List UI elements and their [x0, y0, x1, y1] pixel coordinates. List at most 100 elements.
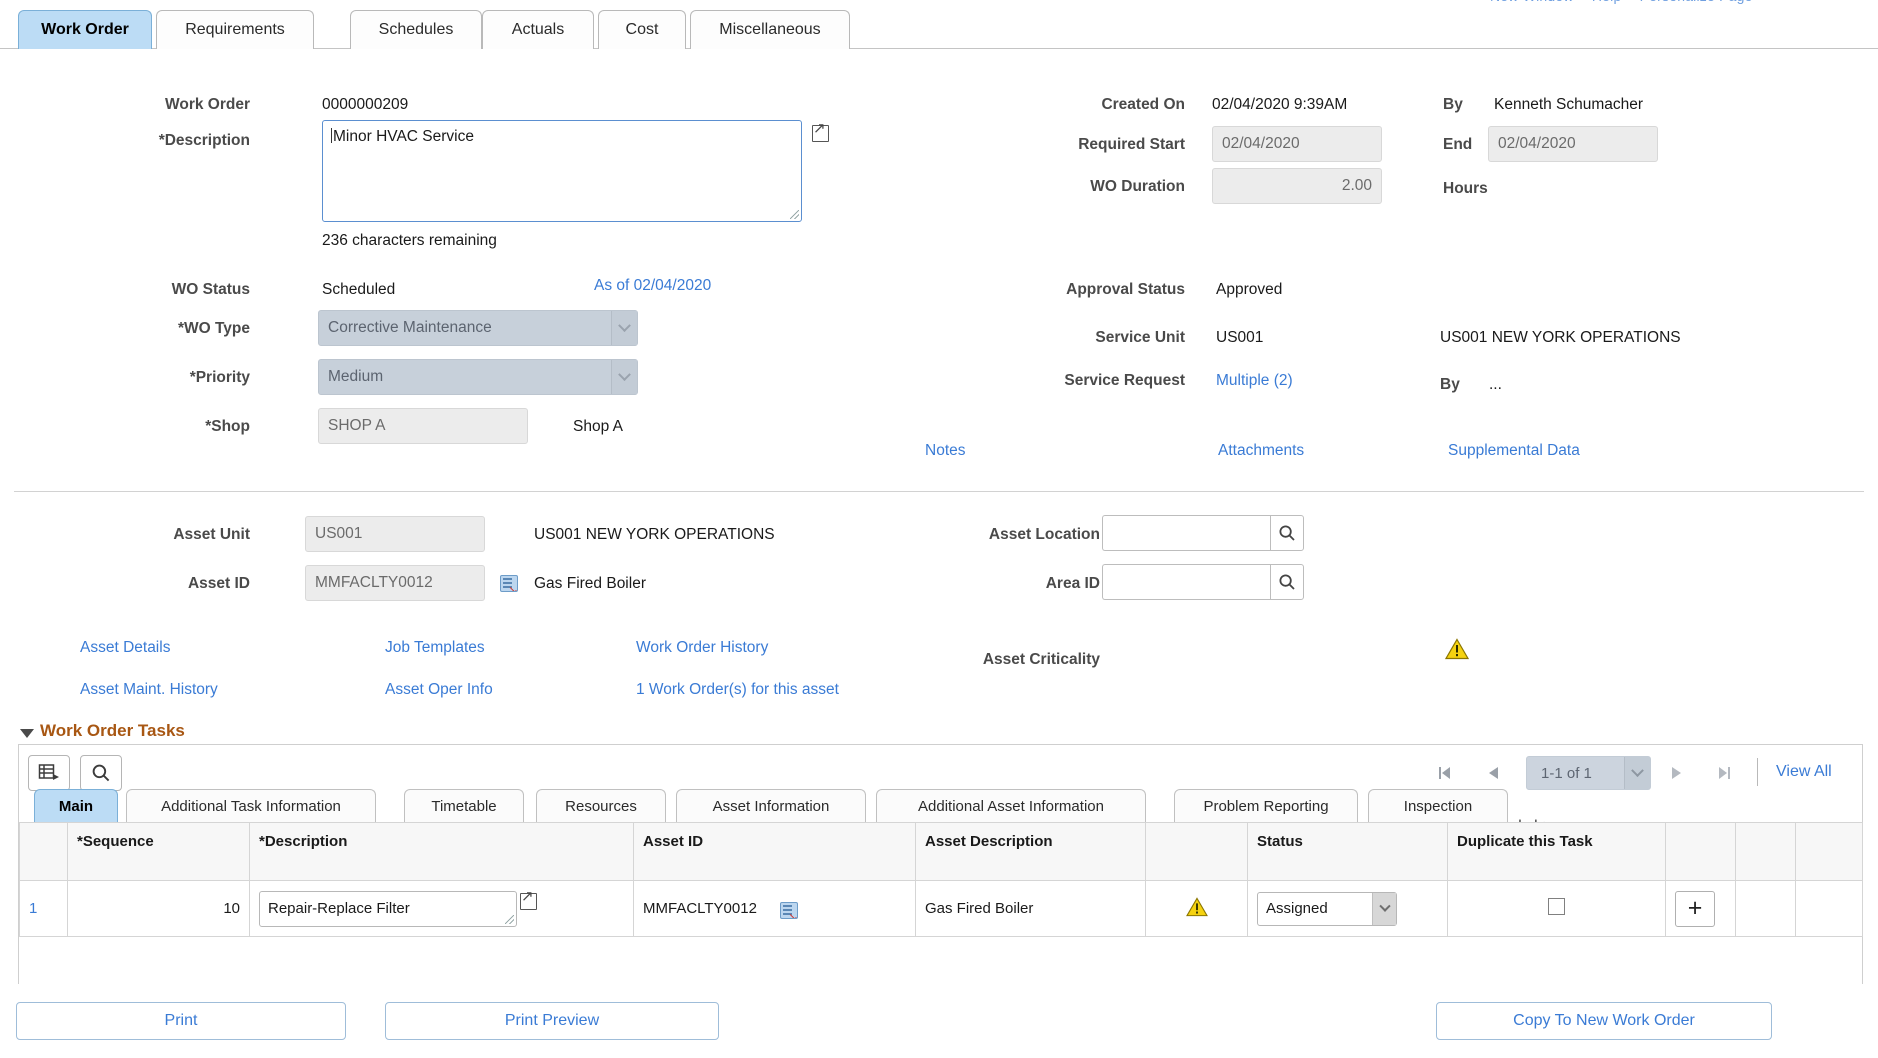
row-number-link[interactable]: 1 [29, 900, 37, 917]
asset-work-orders-link[interactable]: 1 Work Order(s) for this asset [636, 681, 839, 699]
tab-miscellaneous[interactable]: Miscellaneous [690, 10, 850, 49]
print-button[interactable]: Print [16, 1002, 346, 1040]
end-date-input[interactable]: 02/04/2020 [1488, 126, 1658, 162]
job-templates-link[interactable]: Job Templates [385, 639, 485, 657]
col-description[interactable]: *Description [250, 823, 634, 881]
task-description-value: Repair-Replace Filter [268, 900, 410, 917]
personalize-grid-icon[interactable] [28, 755, 70, 791]
attachments-link[interactable]: Attachments [1218, 442, 1304, 460]
supplemental-data-link[interactable]: Supplemental Data [1448, 442, 1580, 460]
search-icon[interactable] [1270, 515, 1304, 551]
grid-tab-additional-task-information[interactable]: Additional Task Information [126, 789, 376, 823]
service-unit-value: US001 [1216, 329, 1263, 347]
notes-link[interactable]: Notes [925, 442, 966, 460]
col-spacer-1 [1736, 823, 1796, 881]
print-preview-button[interactable]: Print Preview [385, 1002, 719, 1040]
grid-tab-label: Additional Asset Information [918, 798, 1104, 815]
top-link-personalize-page[interactable]: Personalize Page [1640, 0, 1753, 4]
col-asset-description[interactable]: Asset Description [916, 823, 1146, 881]
grid-tab-label: Inspection [1404, 798, 1472, 815]
work-order-history-link[interactable]: Work Order History [636, 639, 768, 657]
previous-page-icon[interactable] [1483, 760, 1505, 786]
grid-tab-timetable[interactable]: Timetable [404, 789, 524, 823]
task-description-expand-icon[interactable] [520, 893, 537, 910]
resize-grip-icon[interactable] [790, 210, 799, 219]
tab-work-order[interactable]: Work Order [18, 10, 152, 49]
table-row: 1 10 Repair-Replace Filter MMFACLTY0012 … [20, 881, 1863, 937]
asset-maint-history-link[interactable]: Asset Maint. History [80, 681, 218, 699]
asset-related-icon[interactable] [500, 575, 518, 592]
service-unit-label: Service Unit [880, 329, 1185, 347]
asset-oper-info-link[interactable]: Asset Oper Info [385, 681, 493, 699]
area-id-lookup[interactable] [1102, 564, 1304, 600]
required-start-input[interactable]: 02/04/2020 [1212, 126, 1382, 162]
description-expand-icon[interactable] [812, 125, 829, 142]
view-all-link[interactable]: View All [1776, 763, 1832, 781]
last-page-icon[interactable] [1713, 760, 1735, 786]
asset-id-input[interactable]: MMFACLTY0012 [305, 565, 485, 601]
grid-tab-main[interactable]: Main [34, 789, 118, 823]
work-order-page: New Window Help Personalize Page Work Or… [0, 0, 1878, 1058]
task-asset-related-icon[interactable] [780, 902, 798, 919]
asset-description-cell: Gas Fired Boiler [916, 881, 1146, 937]
grid-tab-resources[interactable]: Resources [536, 789, 666, 823]
section-divider [14, 491, 1864, 492]
grid-tab-problem-reporting[interactable]: Problem Reporting [1174, 789, 1358, 823]
required-start-label: Required Start [900, 136, 1185, 154]
page-range-select[interactable]: 1-1 of 1 [1526, 756, 1651, 790]
wo-duration-input[interactable]: 2.00 [1212, 168, 1382, 204]
tab-label: Requirements [185, 21, 285, 39]
chevron-down-icon [611, 360, 637, 394]
task-status-select[interactable]: Assigned [1257, 892, 1397, 926]
warning-icon[interactable] [1445, 638, 1469, 660]
tasks-collapse-caret-icon[interactable] [20, 729, 34, 738]
copy-to-new-work-order-button[interactable]: Copy To New Work Order [1436, 1002, 1772, 1040]
col-rownum [20, 823, 68, 881]
row-warning-icon[interactable] [1186, 904, 1208, 921]
created-by-label: By [1443, 96, 1463, 114]
asset-details-link[interactable]: Asset Details [80, 639, 170, 657]
asset-criticality-label: Asset Criticality [870, 651, 1100, 669]
row-number-cell[interactable]: 1 [20, 881, 68, 937]
grid-tab-inspection[interactable]: Inspection [1368, 789, 1508, 823]
required-start-value: 02/04/2020 [1222, 135, 1300, 153]
shop-input[interactable]: SHOP A [318, 408, 528, 444]
work-order-tasks-title[interactable]: Work Order Tasks [40, 721, 185, 741]
chevron-down-icon [1624, 757, 1650, 789]
tab-requirements[interactable]: Requirements [156, 10, 314, 49]
search-icon[interactable] [1270, 564, 1304, 600]
top-link-help[interactable]: Help [1592, 0, 1622, 4]
description-textarea[interactable]: Minor HVAC Service [322, 120, 802, 222]
asset-location-lookup[interactable] [1102, 515, 1304, 551]
task-description-input[interactable]: Repair-Replace Filter [259, 891, 517, 927]
asset-unit-input[interactable]: US001 [305, 516, 485, 552]
col-asset-id[interactable]: Asset ID [634, 823, 916, 881]
shop-value: SHOP A [328, 417, 385, 435]
add-row-button[interactable]: + [1675, 891, 1715, 927]
top-link-new-window[interactable]: New Window [1490, 0, 1574, 4]
asset-unit-description: US001 NEW YORK OPERATIONS [534, 526, 775, 544]
col-status[interactable]: Status [1248, 823, 1448, 881]
work-order-label: Work Order [80, 96, 250, 114]
table-header-row: *Sequence *Description Asset ID Asset De… [20, 823, 1863, 881]
asset-location-input[interactable] [1102, 515, 1270, 551]
as-of-date-link[interactable]: As of 02/04/2020 [594, 277, 711, 295]
col-sequence[interactable]: *Sequence [68, 823, 250, 881]
area-id-input[interactable] [1102, 564, 1270, 600]
grid-find-icon[interactable] [80, 755, 122, 791]
first-page-icon[interactable] [1434, 760, 1456, 786]
tab-actuals[interactable]: Actuals [482, 10, 594, 49]
resize-grip-icon[interactable] [505, 915, 514, 924]
tab-schedules[interactable]: Schedules [350, 10, 482, 49]
duplicate-task-checkbox[interactable] [1548, 898, 1565, 915]
next-page-icon[interactable] [1665, 760, 1687, 786]
priority-select[interactable]: Medium [318, 359, 638, 395]
grid-tab-asset-information[interactable]: Asset Information [676, 789, 866, 823]
service-request-link[interactable]: Multiple (2) [1216, 372, 1293, 390]
duplicate-task-cell [1448, 881, 1666, 937]
grid-tab-additional-asset-information[interactable]: Additional Asset Information [876, 789, 1146, 823]
hours-label: Hours [1443, 180, 1488, 198]
col-duplicate-task[interactable]: Duplicate this Task [1448, 823, 1666, 881]
tab-cost[interactable]: Cost [598, 10, 686, 49]
wo-type-select[interactable]: Corrective Maintenance [318, 310, 638, 346]
